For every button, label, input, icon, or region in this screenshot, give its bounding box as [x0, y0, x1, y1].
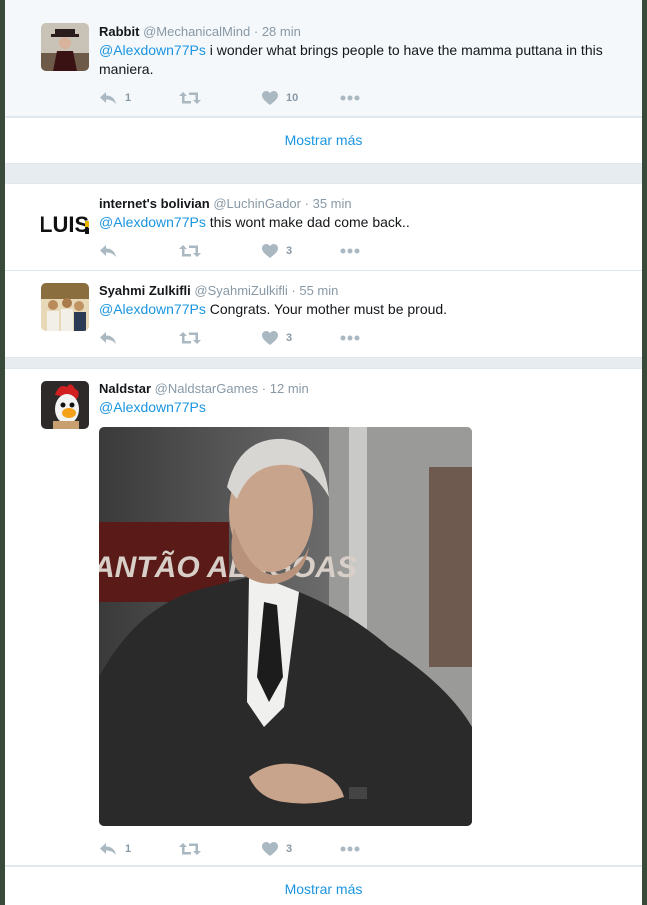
retweet-icon: [179, 332, 201, 344]
more-button[interactable]: [340, 839, 360, 859]
timestamp[interactable]: 55 min: [299, 283, 338, 298]
retweet-button[interactable]: [179, 241, 209, 261]
like-count: 10: [286, 92, 299, 104]
heart-icon: [262, 244, 278, 258]
retweet-button[interactable]: [179, 839, 209, 859]
retweet-icon: [179, 245, 201, 257]
separator-dot: ·: [291, 283, 296, 298]
more-icon: [340, 95, 360, 101]
tweet-actions: 3: [99, 328, 379, 348]
reply-button[interactable]: [99, 328, 125, 348]
mention-link[interactable]: @Alexdown77Ps: [99, 214, 206, 230]
reply-button[interactable]: [99, 241, 125, 261]
show-more-link[interactable]: Mostrar más: [5, 117, 642, 163]
user-name[interactable]: Syahmi Zulkifli: [99, 283, 191, 298]
conversation-card: LUIS internet's bolivian @LuchinGador · …: [5, 183, 642, 358]
more-button[interactable]: [340, 241, 360, 261]
more-icon: [340, 846, 360, 852]
reply-icon: [100, 92, 116, 104]
tweet[interactable]: LUIS internet's bolivian @LuchinGador · …: [5, 184, 642, 271]
separator-dot: ·: [253, 24, 259, 39]
user-handle[interactable]: @LuchinGador: [213, 196, 301, 211]
user-handle[interactable]: @MechanicalMind: [143, 24, 250, 39]
like-button[interactable]: 3: [262, 839, 292, 859]
reply-button[interactable]: 1: [99, 88, 131, 108]
reply-count: 1: [125, 92, 132, 104]
avatar-logo-text: LUIS: [41, 212, 89, 237]
tweet[interactable]: Syahmi Zulkifli @SyahmiZulkifli · 55 min…: [5, 271, 642, 357]
heart-icon: [262, 842, 278, 856]
timestamp[interactable]: 28 min: [262, 24, 301, 39]
reply-count: 1: [125, 843, 132, 855]
user-name[interactable]: Rabbit: [99, 24, 139, 39]
more-icon: [340, 248, 360, 254]
tweet-body: Congrats. Your mother must be proud.: [205, 301, 448, 317]
like-count: 3: [286, 332, 293, 344]
reply-icon: [100, 332, 116, 344]
timestamp[interactable]: 12 min: [270, 381, 309, 396]
tweet-text: @Alexdown77Ps i wonder what brings peopl…: [99, 41, 609, 79]
tweet-header: Naldstar @NaldstarGames · 12 min: [99, 381, 309, 397]
like-count: 3: [286, 245, 293, 257]
user-handle[interactable]: @SyahmiZulkifli: [194, 283, 287, 298]
conversation-card: Rabbit @MechanicalMind · 28 min @Alexdow…: [5, 0, 642, 164]
avatar[interactable]: [41, 283, 89, 331]
heart-icon: [262, 91, 278, 105]
mention-link[interactable]: @Alexdown77Ps: [99, 301, 206, 317]
tweet-actions: 1 10: [99, 88, 379, 108]
user-name[interactable]: internet's bolivian: [99, 196, 210, 211]
show-more-link[interactable]: Mostrar más: [5, 866, 642, 905]
reply-button[interactable]: 1: [99, 839, 131, 859]
conversation-card: Naldstar @NaldstarGames · 12 min @Alexdo…: [5, 368, 642, 905]
tweet-text: @Alexdown77Ps Congrats. Your mother must…: [99, 300, 609, 319]
mention-link[interactable]: @Alexdown77Ps: [99, 399, 206, 415]
retweet-icon: [179, 92, 201, 104]
like-button[interactable]: 3: [262, 328, 292, 348]
tweet-media-gif[interactable]: ANTÃO ALAGOAS: [99, 427, 472, 826]
tweet-body: this wont make dad come back..: [205, 214, 410, 230]
user-handle[interactable]: @NaldstarGames: [155, 381, 259, 396]
reply-icon: [100, 245, 116, 257]
tweet-text: @Alexdown77Ps this wont make dad come ba…: [99, 213, 609, 232]
tweet-text: @Alexdown77Ps: [99, 398, 609, 417]
tweet[interactable]: Naldstar @NaldstarGames · 12 min @Alexdo…: [5, 369, 642, 866]
more-icon: [340, 335, 360, 341]
more-button[interactable]: [340, 328, 360, 348]
retweet-button[interactable]: [179, 88, 209, 108]
background-right: [642, 0, 647, 905]
tweet[interactable]: Rabbit @MechanicalMind · 28 min @Alexdow…: [5, 0, 642, 117]
tweet-header: Rabbit @MechanicalMind · 28 min: [99, 24, 301, 40]
avatar[interactable]: [41, 23, 89, 71]
like-button[interactable]: 3: [262, 241, 292, 261]
like-count: 3: [286, 843, 293, 855]
tweet-header: internet's bolivian @LuchinGador · 35 mi…: [99, 196, 352, 212]
mention-link[interactable]: @Alexdown77Ps: [99, 42, 206, 58]
more-button[interactable]: [340, 88, 360, 108]
retweet-button[interactable]: [179, 328, 209, 348]
heart-icon: [262, 331, 278, 345]
media-banner-text: ANTÃO ALAGOAS: [99, 550, 357, 584]
tweet-header: Syahmi Zulkifli @SyahmiZulkifli · 55 min: [99, 283, 338, 299]
tweet-actions: 3: [99, 241, 379, 261]
separator-dot: ·: [304, 196, 309, 211]
timestamp[interactable]: 35 min: [313, 196, 352, 211]
tweet-stream: Rabbit @MechanicalMind · 28 min @Alexdow…: [5, 0, 642, 905]
separator-dot: ·: [261, 381, 267, 396]
reply-icon: [100, 843, 116, 855]
retweet-icon: [179, 843, 201, 855]
like-button[interactable]: 10: [262, 88, 298, 108]
avatar[interactable]: [41, 381, 89, 429]
tweet-actions: 1 3: [99, 839, 379, 859]
avatar[interactable]: LUIS: [41, 199, 89, 247]
user-name[interactable]: Naldstar: [99, 381, 151, 396]
